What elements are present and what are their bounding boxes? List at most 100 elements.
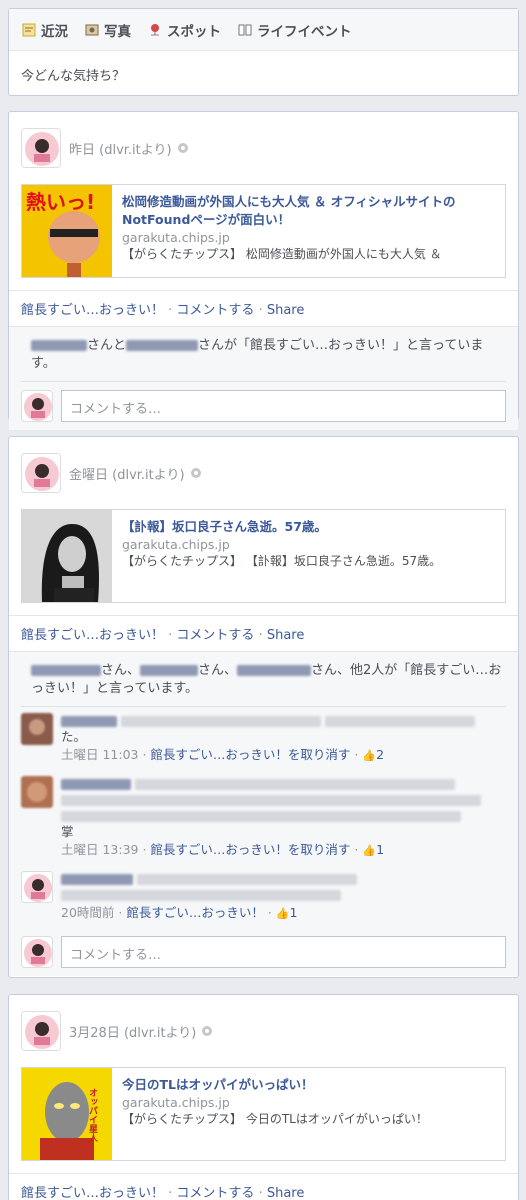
like-count[interactable]: 2 xyxy=(376,747,384,762)
story-header: 3月28日 (dlvr.itより) xyxy=(9,995,518,1067)
tab-status[interactable]: 近況 xyxy=(21,20,68,40)
commenter-avatar[interactable] xyxy=(21,713,53,745)
like-link[interactable]: 館長すごい…おっきい！ xyxy=(21,1186,164,1200)
avatar[interactable] xyxy=(21,453,61,493)
feed-story: 3月28日 (dlvr.itより) オッパイ星人 今日のTLはオッパイがいっぱい… xyxy=(8,994,519,1200)
blurred-name[interactable] xyxy=(126,340,199,351)
link-share[interactable]: 【訃報】坂口良子さん急逝。57歳。 garakuta.chips.jp 【がらく… xyxy=(21,509,506,603)
comment-time[interactable]: 土曜日 13:39 xyxy=(61,842,139,857)
share-link[interactable]: Share xyxy=(267,1186,305,1200)
tab-photo-label: 写真 xyxy=(104,23,131,40)
comment-composer: コメントする… xyxy=(21,382,506,422)
status-input[interactable]: 今どんな気持ち？ xyxy=(9,51,518,98)
unlike-link[interactable]: 館長すごい…おっきい！を取り消す xyxy=(150,842,350,857)
comment-input[interactable]: コメントする… xyxy=(61,390,506,422)
share-link[interactable]: Share xyxy=(267,303,305,318)
like-count[interactable]: 1 xyxy=(376,842,384,857)
thumbs-up-icon: 👍 xyxy=(362,749,377,762)
story-actions: 館長すごい…おっきい！ · コメントする · Share xyxy=(9,615,518,651)
comment-link[interactable]: コメントする xyxy=(176,628,254,643)
likes-text: さんと xyxy=(87,338,127,353)
comment-time[interactable]: 20時間前 xyxy=(61,905,114,920)
thumb-text: オッパイ星人 xyxy=(87,1088,99,1142)
link-share[interactable]: 熱いっ! 松岡修造動画が外国人にも大人気 ＆ オフィシャルサイトのNotFoun… xyxy=(21,184,506,278)
feed-story: 金曜日 (dlvr.itより) 【訃報】坂口良子さん急逝。57歳。 garaku… xyxy=(8,436,519,978)
tab-life-event-label: ライフイベント xyxy=(257,23,352,40)
likes-text: さん、 xyxy=(101,663,141,678)
globe-icon xyxy=(202,1026,213,1036)
share-link[interactable]: Share xyxy=(267,628,305,643)
thumbs-up-icon: 👍 xyxy=(362,844,377,857)
story-timestamp[interactable]: 金曜日 (dlvr.itより) xyxy=(69,464,185,483)
unlike-link[interactable]: 館長すごい…おっきい！を取り消す xyxy=(150,747,350,762)
comment: た。 土曜日 11:03 · 館長すごい…おっきい！を取り消す · 👍2 xyxy=(21,707,506,770)
place-pin-icon xyxy=(147,22,162,37)
link-title[interactable]: 今日のTLはオッパイがいっぱい！ xyxy=(122,1076,428,1094)
link-title[interactable]: 松岡修造動画が外国人にも大人気 ＆ オフィシャルサイトのNotFoundページが… xyxy=(122,193,495,229)
comment-composer: コメントする… xyxy=(21,928,506,968)
status-composer: 近況 写真 スポット ライフイベント 今どんな気持ち？ xyxy=(8,8,519,96)
thumb-text: 熱いっ! xyxy=(26,190,95,214)
avatar[interactable] xyxy=(21,1011,61,1051)
blurred-name[interactable] xyxy=(140,665,199,676)
link-domain: garakuta.chips.jp xyxy=(122,230,230,245)
like-link[interactable]: 館長すごい…おっきい！ xyxy=(21,303,164,318)
likes-text: さん、 xyxy=(198,663,238,678)
photo-icon xyxy=(84,22,99,37)
feed-story: 昨日 (dlvr.itより) 熱いっ! 松岡修造動画が外国人にも大人気 ＆ オフ… xyxy=(8,111,519,430)
blurred-name[interactable] xyxy=(31,340,87,351)
avatar xyxy=(21,390,53,422)
life-event-icon xyxy=(237,22,252,37)
likes-sentence: さん、 さん、 さん、他2人が「館長すごい…おっきい！」と言っています。 xyxy=(21,652,506,707)
comment-input[interactable]: コメントする… xyxy=(61,936,506,968)
tab-life-event[interactable]: ライフイベント xyxy=(237,20,352,40)
link-domain: garakuta.chips.jp xyxy=(122,537,230,552)
comment-text-blurred xyxy=(61,776,501,824)
link-description: 【がらくたチップス】 松岡修造動画が外国人にも大人気 ＆ xyxy=(122,247,442,261)
composer-tabs: 近況 写真 スポット ライフイベント xyxy=(9,9,518,51)
tab-place[interactable]: スポット xyxy=(147,20,221,40)
link-thumbnail: オッパイ星人 xyxy=(22,1068,112,1160)
commenter-avatar[interactable] xyxy=(21,871,53,903)
story-timestamp[interactable]: 昨日 (dlvr.itより) xyxy=(69,139,172,158)
globe-icon xyxy=(177,143,188,153)
globe-icon xyxy=(190,468,201,478)
avatar[interactable] xyxy=(21,128,61,168)
story-header: 昨日 (dlvr.itより) xyxy=(9,112,518,184)
story-actions: 館長すごい…おっきい！ · コメントする · Share xyxy=(9,1173,518,1200)
ufi: さん、 さん、 さん、他2人が「館長すごい…おっきい！」と言っています。 た。 土曜… xyxy=(9,651,518,976)
story-actions: 館長すごい…おっきい！ · コメントする · Share xyxy=(9,290,518,326)
link-thumbnail xyxy=(22,510,112,602)
like-count[interactable]: 1 xyxy=(289,905,297,920)
like-link[interactable]: 館長すごい…おっきい！ xyxy=(126,905,264,920)
comment-time[interactable]: 土曜日 11:03 xyxy=(61,747,139,762)
status-icon xyxy=(21,22,36,37)
tab-status-label: 近況 xyxy=(41,23,68,40)
blurred-name[interactable] xyxy=(237,665,312,676)
commenter-avatar[interactable] xyxy=(21,776,53,808)
comment: 掌 土曜日 13:39 · 館長すごい…おっきい！を取り消す · 👍1 xyxy=(21,770,506,865)
link-description: 【がらくたチップス】 【訃報】坂口良子さん急逝。57歳。 xyxy=(122,554,442,568)
like-link[interactable]: 館長すごい…おっきい！ xyxy=(21,628,164,643)
blurred-name[interactable] xyxy=(31,665,101,676)
comment-text-tail: た。 xyxy=(61,729,87,744)
story-timestamp[interactable]: 3月28日 (dlvr.itより) xyxy=(69,1022,196,1041)
comment-text-blurred xyxy=(61,871,501,903)
thumbs-up-icon: 👍 xyxy=(275,907,290,920)
link-description: 【がらくたチップス】 今日のTLはオッパイがいっぱい！ xyxy=(122,1112,428,1126)
link-title[interactable]: 【訃報】坂口良子さん急逝。57歳。 xyxy=(122,518,441,536)
comment-text-blurred xyxy=(61,713,501,729)
ufi: さんと さんが「館長すごい…おっきい！」と言っています。 コメントする… xyxy=(9,326,518,430)
link-domain: garakuta.chips.jp xyxy=(122,1095,230,1110)
likes-sentence: さんと さんが「館長すごい…おっきい！」と言っています。 xyxy=(21,327,506,382)
story-header: 金曜日 (dlvr.itより) xyxy=(9,437,518,509)
comment-text-tail: 掌 xyxy=(61,824,74,839)
comment: 20時間前 · 館長すごい…おっきい！ · 👍1 xyxy=(21,865,506,928)
avatar xyxy=(21,936,53,968)
tab-place-label: スポット xyxy=(167,23,221,40)
link-thumbnail: 熱いっ! xyxy=(22,185,112,277)
comment-link[interactable]: コメントする xyxy=(176,1186,254,1200)
comment-link[interactable]: コメントする xyxy=(176,303,254,318)
link-share[interactable]: オッパイ星人 今日のTLはオッパイがいっぱい！ garakuta.chips.j… xyxy=(21,1067,506,1161)
tab-photo[interactable]: 写真 xyxy=(84,20,131,40)
